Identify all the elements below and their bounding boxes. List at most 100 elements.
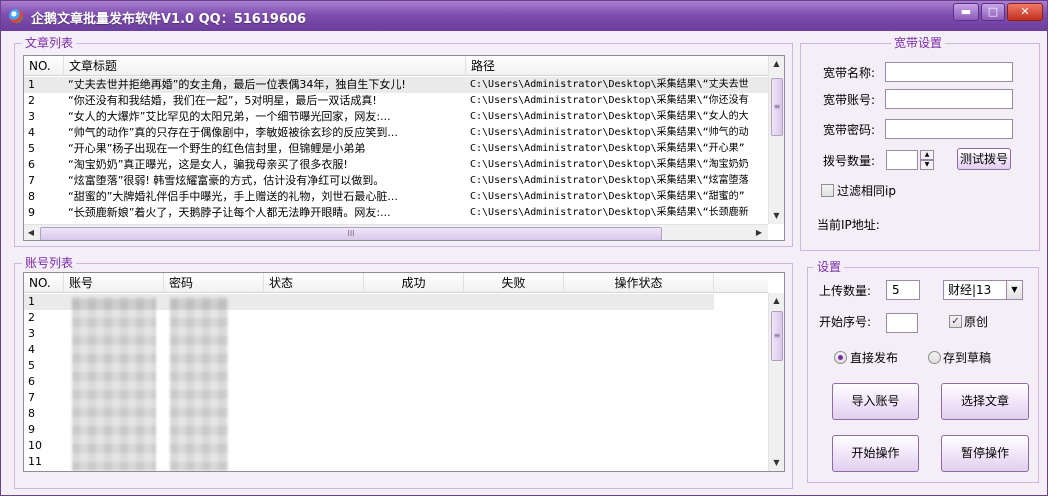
filter-ip-label: 过滤相同ip <box>837 184 896 198</box>
article-vscroll[interactable]: ▲ ≡ ▼ <box>768 56 784 224</box>
broadband-name-input[interactable] <box>885 62 1013 82</box>
original-checkbox[interactable]: ✓ <box>949 315 962 328</box>
broadband-password-label: 宽带密码: <box>823 123 876 137</box>
col-no[interactable]: NO. <box>24 56 64 76</box>
article-rows: 1 “丈夫去世并拒绝再婚”的女主角，最后一位表偶34年，独自生下女儿! C:\Use… <box>24 77 770 221</box>
spin-down-icon[interactable]: ▼ <box>920 160 934 170</box>
direct-publish-label: 直接发布 <box>850 351 899 365</box>
hscroll-thumb[interactable]: III <box>40 227 662 240</box>
current-ip-label: 当前IP地址: <box>817 218 880 232</box>
cell-no: 7 <box>28 391 35 404</box>
table-row[interactable]: 2 “你还没有和我结婚，我们在一起”，5对明星，最后一双话成真! C:\Users\… <box>24 93 770 109</box>
cell-path: C:\Users\Administrator\Desktop\采集结果\“帅气的… <box>470 127 749 138</box>
cell-title: “炫富堕落”很弱! 韩雪炫耀富豪的方式，估计没有净红可以做到。 <box>68 174 385 187</box>
scroll-thumb[interactable]: ≡ <box>771 78 783 136</box>
settings-title: 设置 <box>814 260 845 275</box>
col-success[interactable]: 成功 <box>364 273 464 293</box>
upload-count-input[interactable]: 5 <box>886 280 920 300</box>
broadband-password-input[interactable] <box>885 119 1013 139</box>
start-index-input[interactable] <box>886 313 918 333</box>
scroll-down-icon[interactable]: ▼ <box>769 208 784 224</box>
scroll-up-icon[interactable]: ▲ <box>769 293 784 309</box>
account-vscroll[interactable]: ▲ ≡ ▼ <box>768 293 784 471</box>
table-row[interactable]: 5 “开心果”杨子出现在一个野生的红色信封里，但锦鲤是小弟弟 C:\Users\Ad… <box>24 141 770 157</box>
col-operation-status[interactable]: 操作状态 <box>564 273 714 293</box>
app-logo-icon <box>9 9 23 23</box>
save-draft-radio[interactable] <box>928 351 941 364</box>
scroll-down-icon[interactable]: ▼ <box>769 455 784 471</box>
cell-no: 11 <box>28 455 42 468</box>
chevron-down-icon[interactable]: ▼ <box>1006 281 1022 299</box>
cell-no: 3 <box>28 327 35 340</box>
cell-no: 9 <box>28 206 35 219</box>
table-row[interactable]: 8 “甜蜜的”大牌婚礼伴侣手中曝光，手上赠送的礼物，刘世石最心脏... C:\Use… <box>24 189 770 205</box>
maximize-button[interactable]: □ <box>981 3 1005 21</box>
cell-path: C:\Users\Administrator\Desktop\采集结果\“女人的… <box>470 111 749 122</box>
broadband-account-input[interactable] <box>885 89 1013 109</box>
table-row[interactable]: 1 “丈夫去世并拒绝再婚”的女主角，最后一位表偶34年，独自生下女儿! C:\Use… <box>24 77 770 93</box>
table-row[interactable]: 6 “淘宝奶奶”真正曝光，这是女人，骗我母亲买了很多衣服! C:\Users\Adm… <box>24 157 770 173</box>
cell-title: “帅气的动作”真的只存在于偶像剧中，李敏姬被徐玄珍的反应笑到... <box>68 126 398 139</box>
article-hscroll[interactable]: ◀ III ▶ <box>24 224 768 240</box>
col-fail[interactable]: 失败 <box>464 273 564 293</box>
cell-no: 9 <box>28 423 35 436</box>
account-redaction <box>72 297 156 471</box>
scroll-up-icon[interactable]: ▲ <box>769 56 784 72</box>
article-table[interactable]: NO. 文章标题 路径 1 “丈夫去世并拒绝再婚”的女主角，最后一位表偶34年，独… <box>23 55 785 241</box>
account-table[interactable]: NO. 账号 密码 状态 成功 失败 操作状态 1 2 3 4 5 6 7 8 9 10 11 ▲ … <box>23 272 785 472</box>
broadband-name-label: 宽带名称: <box>823 66 876 80</box>
cell-no: 6 <box>28 375 35 388</box>
cell-no: 8 <box>28 407 35 420</box>
cell-path: C:\Users\Administrator\Desktop\采集结果\“你还没… <box>470 95 749 106</box>
dial-count-input[interactable] <box>886 150 918 170</box>
col-no[interactable]: NO. <box>24 273 64 293</box>
cell-no: 1 <box>28 295 35 308</box>
account-list-title: 账号列表 <box>22 256 77 271</box>
table-row[interactable]: 9 “长颈鹿新娘”着火了，天鹅脖子让每个人都无法睁开眼睛。网友:... C:\Use… <box>24 205 770 221</box>
cell-no: 5 <box>28 359 35 372</box>
test-dial-button[interactable]: 测试拨号 <box>957 148 1011 170</box>
cell-no: 8 <box>28 190 35 203</box>
scroll-left-icon[interactable]: ◀ <box>24 225 38 240</box>
dial-count-label: 拨号数量: <box>823 154 876 168</box>
cell-title: “你还没有和我结婚，我们在一起”，5对明星，最后一双话成真! <box>68 94 377 107</box>
title-bar[interactable]: 企鹅文章批量发布软件V1.0 QQ：51619606 ▬ □ ✕ <box>1 1 1047 31</box>
col-password[interactable]: 密码 <box>164 273 264 293</box>
scroll-right-icon[interactable]: ▶ <box>752 225 766 240</box>
cell-no: 4 <box>28 126 35 139</box>
category-select[interactable]: 财经|13 ▼ <box>943 280 1023 300</box>
table-row[interactable]: 3 “女人的大爆炸”艾比罕见的太阳兄弟，一个细节曝光回家，网友:... C:\Use… <box>24 109 770 125</box>
password-redaction <box>170 297 228 471</box>
article-table-header: NO. 文章标题 路径 <box>24 56 770 76</box>
col-account[interactable]: 账号 <box>64 273 164 293</box>
original-label: 原创 <box>964 315 989 329</box>
cell-path: C:\Users\Administrator\Desktop\采集结果\“甜蜜的… <box>470 191 745 202</box>
cell-path: C:\Users\Administrator\Desktop\采集结果\“淘宝奶… <box>470 159 749 170</box>
cell-path: C:\Users\Administrator\Desktop\采集结果\“丈夫去… <box>470 79 749 90</box>
col-path[interactable]: 路径 <box>466 56 770 76</box>
cell-title: “淘宝奶奶”真正曝光，这是女人，骗我母亲买了很多衣服! <box>68 158 348 171</box>
cell-no: 3 <box>28 110 35 123</box>
direct-publish-radio[interactable] <box>834 351 847 364</box>
scroll-thumb[interactable]: ≡ <box>771 311 783 361</box>
col-status[interactable]: 状态 <box>264 273 364 293</box>
cell-no: 5 <box>28 142 35 155</box>
cell-path: C:\Users\Administrator\Desktop\采集结果\“长颈鹿… <box>470 207 749 218</box>
table-row[interactable]: 7 “炫富堕落”很弱! 韩雪炫耀富豪的方式，估计没有净红可以做到。 C:\Users… <box>24 173 770 189</box>
app-window: 企鹅文章批量发布软件V1.0 QQ：51619606 ▬ □ ✕ 文章列表 NO… <box>0 0 1048 496</box>
spin-up-icon[interactable]: ▲ <box>920 150 934 160</box>
pause-button[interactable]: 暂停操作 <box>941 435 1029 472</box>
broadband-account-label: 宽带账号: <box>823 93 876 107</box>
cell-no: 4 <box>28 343 35 356</box>
select-articles-button[interactable]: 选择文章 <box>941 383 1029 420</box>
minimize-button[interactable]: ▬ <box>953 3 979 21</box>
import-accounts-button[interactable]: 导入账号 <box>832 383 919 420</box>
start-button[interactable]: 开始操作 <box>832 435 919 472</box>
close-button[interactable]: ✕ <box>1007 3 1043 21</box>
cell-no: 2 <box>28 94 35 107</box>
article-list-title: 文章列表 <box>22 36 77 51</box>
col-title[interactable]: 文章标题 <box>64 56 466 76</box>
filter-ip-checkbox[interactable] <box>821 184 834 197</box>
account-table-header: NO. 账号 密码 状态 成功 失败 操作状态 <box>24 273 768 293</box>
table-row[interactable]: 4 “帅气的动作”真的只存在于偶像剧中，李敏姬被徐玄珍的反应笑到... C:\Use… <box>24 125 770 141</box>
